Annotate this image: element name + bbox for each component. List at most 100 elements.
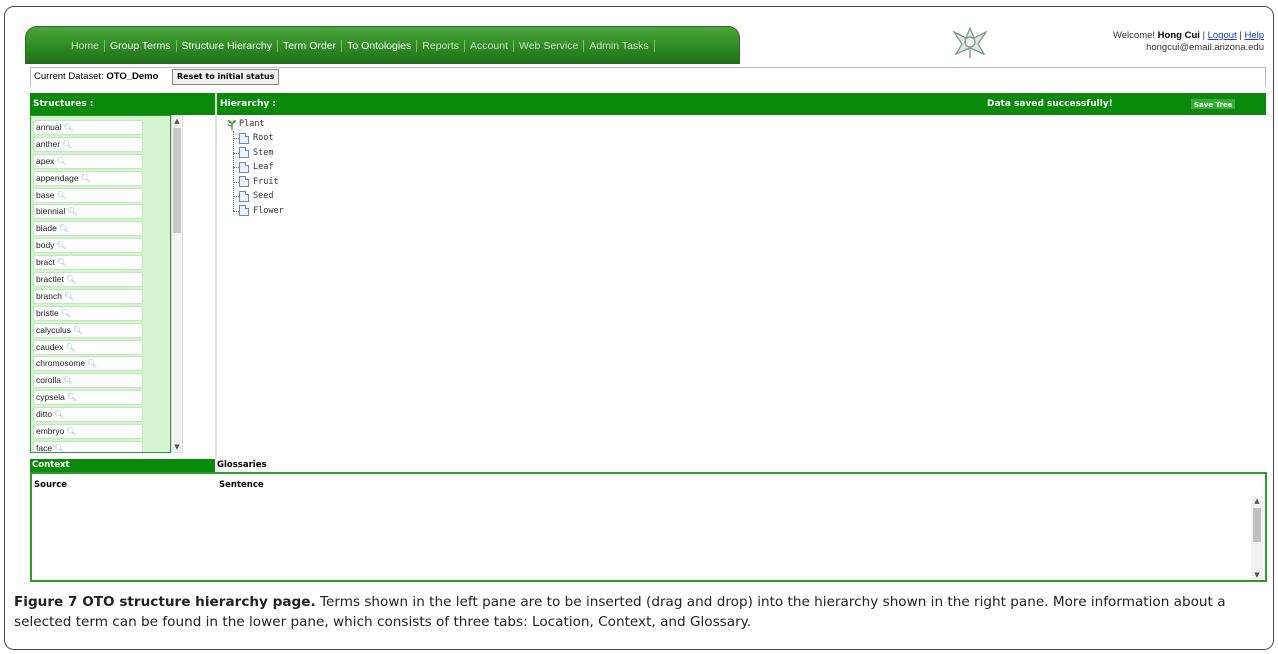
save-tree-button[interactable]: Save Tree bbox=[1190, 98, 1237, 110]
structure-term[interactable]: chromosome 🔍︎ bbox=[33, 356, 143, 372]
structure-term[interactable]: face 🔍︎ bbox=[33, 440, 143, 452]
tree-node[interactable]: Seed bbox=[233, 189, 284, 204]
tree-node[interactable]: Root bbox=[233, 131, 284, 146]
structure-term[interactable]: apex 🔍︎ bbox=[33, 153, 143, 169]
nav-item-admin-tasks[interactable]: Admin Tasks bbox=[584, 40, 655, 52]
scroll-up-icon[interactable]: ▲ bbox=[172, 116, 182, 126]
structure-term[interactable]: ditto 🔍︎ bbox=[33, 407, 143, 423]
magnifier-icon[interactable]: 🔍︎ bbox=[56, 241, 66, 250]
structure-term-label: bract bbox=[36, 257, 55, 268]
document-icon bbox=[239, 205, 249, 217]
structure-term[interactable]: appendage 🔍︎ bbox=[33, 170, 143, 186]
structure-term[interactable]: caudex 🔍︎ bbox=[33, 339, 143, 355]
magnifier-icon[interactable]: 🔍︎ bbox=[81, 174, 91, 183]
separator: | bbox=[1239, 30, 1242, 41]
structure-term-label: branch bbox=[36, 290, 62, 301]
magnifier-icon[interactable]: 🔍︎ bbox=[64, 292, 74, 301]
scroll-down-icon[interactable]: ▼ bbox=[172, 442, 182, 452]
document-icon bbox=[239, 132, 249, 144]
magnifier-icon[interactable]: 🔍︎ bbox=[67, 393, 77, 402]
structure-term-label: cypsela bbox=[36, 392, 65, 403]
nav-item-home[interactable]: Home bbox=[66, 40, 106, 52]
scroll-down-icon[interactable]: ▼ bbox=[1251, 570, 1263, 580]
logout-link[interactable]: Logout bbox=[1208, 30, 1237, 41]
main-nav-bar: Home Group Terms Structure Hierarchy Term O… bbox=[25, 26, 740, 64]
lower-pane: Source Sentence ▲ ▼ bbox=[30, 472, 1267, 582]
structure-term-label: ditto bbox=[36, 409, 53, 420]
structure-term[interactable]: bractlet 🔍︎ bbox=[33, 272, 143, 288]
magnifier-icon[interactable]: 🔍︎ bbox=[54, 410, 64, 419]
nav-item-web-service[interactable]: Web Service bbox=[514, 40, 585, 52]
reset-button[interactable]: Reset to initial status bbox=[172, 69, 280, 85]
magnifier-icon[interactable]: 🔍︎ bbox=[61, 309, 71, 318]
magnifier-icon[interactable]: 🔍︎ bbox=[87, 359, 97, 368]
tree-children: Root Stem Leaf Fruit Seed Flower bbox=[227, 131, 284, 218]
tree-node-label: Seed bbox=[253, 191, 274, 202]
nav-item-to-ontologies[interactable]: To Ontologies bbox=[342, 40, 418, 52]
hierarchy-header: Hierarchy : bbox=[220, 99, 277, 109]
structure-term[interactable]: embryo 🔍︎ bbox=[33, 424, 143, 440]
structure-term[interactable]: anther 🔍︎ bbox=[33, 136, 143, 152]
tree-root-node[interactable]: Plant bbox=[227, 117, 284, 131]
structures-scrollbar[interactable]: ▲ ▼ bbox=[171, 115, 183, 453]
column-header-sentence: Sentence bbox=[219, 480, 264, 490]
scroll-thumb[interactable] bbox=[1253, 508, 1261, 542]
tree-node[interactable]: Flower bbox=[233, 204, 284, 219]
pane-divider[interactable] bbox=[215, 93, 217, 458]
structure-term[interactable]: base 🔍︎ bbox=[33, 187, 143, 203]
plant-icon bbox=[227, 119, 236, 130]
document-icon bbox=[239, 190, 249, 202]
tree-node-label: Root bbox=[253, 133, 274, 144]
nav-item-account[interactable]: Account bbox=[465, 40, 514, 52]
nav-item-term-order[interactable]: Term Order bbox=[278, 40, 343, 52]
structure-term-label: annual bbox=[36, 122, 62, 132]
magnifier-icon[interactable]: 🔍︎ bbox=[59, 224, 69, 233]
magnifier-icon[interactable]: 🔍︎ bbox=[65, 343, 75, 352]
structure-term[interactable]: cypsela 🔍︎ bbox=[33, 390, 143, 406]
magnifier-icon[interactable]: 🔍︎ bbox=[54, 444, 64, 452]
magnifier-icon[interactable]: 🔍︎ bbox=[62, 140, 72, 149]
structure-term[interactable]: bract 🔍︎ bbox=[33, 255, 143, 271]
magnifier-icon[interactable]: 🔍︎ bbox=[67, 207, 77, 216]
tree-node[interactable]: Fruit bbox=[233, 175, 284, 190]
welcome-text: Welcome! bbox=[1112, 30, 1156, 41]
magnifier-icon[interactable]: 🔍︎ bbox=[56, 191, 66, 200]
user-name: Hong Cui bbox=[1157, 30, 1200, 41]
structure-term-label: corolla bbox=[36, 375, 62, 386]
structure-term[interactable]: corolla 🔍︎ bbox=[33, 373, 143, 389]
structure-term-label: chromosome bbox=[36, 358, 86, 369]
tree-node[interactable]: Stem bbox=[233, 146, 284, 161]
help-link[interactable]: Help bbox=[1244, 30, 1264, 41]
structure-term[interactable]: annual 🔍︎ bbox=[33, 120, 143, 135]
nav-item-structure-hierarchy[interactable]: Structure Hierarchy bbox=[177, 40, 278, 52]
caption-title: Figure 7 OTO structure hierarchy page. bbox=[14, 594, 316, 610]
structure-term[interactable]: blade 🔍︎ bbox=[33, 221, 143, 237]
structure-term-label: anther bbox=[36, 138, 61, 149]
structure-term[interactable]: biennial 🔍︎ bbox=[33, 204, 143, 220]
magnifier-icon[interactable]: 🔍︎ bbox=[63, 376, 73, 385]
magnifier-icon[interactable]: 🔍︎ bbox=[73, 326, 83, 335]
scroll-thumb[interactable] bbox=[173, 128, 181, 233]
save-status-message: Data saved successfully! bbox=[987, 99, 1113, 109]
structure-term[interactable]: branch 🔍︎ bbox=[33, 288, 143, 304]
scroll-up-icon[interactable]: ▲ bbox=[1251, 496, 1263, 506]
tab-glossaries[interactable]: Glossaries bbox=[217, 459, 267, 472]
magnifier-icon[interactable]: 🔍︎ bbox=[66, 427, 76, 436]
welcome-area: Welcome! Hong Cui | Logout | Help hongcu… bbox=[1113, 30, 1264, 54]
nav-item-group-terms[interactable]: Group Terms bbox=[105, 40, 177, 52]
structure-term[interactable]: bristle 🔍︎ bbox=[33, 305, 143, 321]
nav-item-reports[interactable]: Reports bbox=[417, 40, 466, 52]
magnifier-icon[interactable]: 🔍︎ bbox=[64, 123, 74, 132]
separator: | bbox=[1202, 30, 1205, 41]
lower-tabs: Context Glossaries bbox=[30, 459, 1266, 472]
dataset-name: OTO_Demo bbox=[106, 71, 159, 82]
tab-context[interactable]: Context bbox=[30, 459, 215, 472]
structure-term[interactable]: calyculus 🔍︎ bbox=[33, 322, 143, 338]
tree-node[interactable]: Leaf bbox=[233, 160, 284, 175]
magnifier-icon[interactable]: 🔍︎ bbox=[57, 258, 67, 267]
structures-header: Structures : bbox=[30, 93, 215, 115]
lower-scrollbar[interactable]: ▲ ▼ bbox=[1251, 496, 1263, 580]
magnifier-icon[interactable]: 🔍︎ bbox=[66, 275, 76, 284]
structure-term[interactable]: body 🔍︎ bbox=[33, 238, 143, 254]
magnifier-icon[interactable]: 🔍︎ bbox=[56, 157, 66, 166]
